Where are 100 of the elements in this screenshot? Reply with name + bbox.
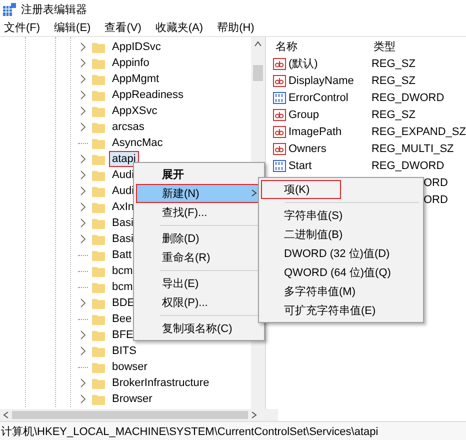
value-type: REG_DWORD bbox=[371, 92, 446, 104]
tree-item[interactable]: Basi bbox=[109, 215, 136, 231]
status-path: 计算机\HKEY_LOCAL_MACHINE\SYSTEM\CurrentControlSet\Services\atapi bbox=[0, 424, 378, 438]
folder-icon bbox=[92, 122, 105, 132]
folder-icon bbox=[92, 346, 105, 356]
folder-icon bbox=[92, 218, 105, 228]
scroll-up-icon[interactable] bbox=[254, 41, 262, 47]
tree-item[interactable]: AppXSvc bbox=[109, 103, 160, 119]
chevron-icon[interactable] bbox=[78, 298, 88, 308]
chevron-icon[interactable] bbox=[78, 170, 88, 180]
chevron-icon[interactable] bbox=[78, 154, 88, 164]
menu-item[interactable]: 收藏夹(A) bbox=[154, 20, 204, 34]
tree-item[interactable]: arcsas bbox=[109, 119, 148, 135]
folder-icon bbox=[92, 186, 105, 196]
value-type: REG_DWORD bbox=[371, 160, 446, 172]
tree-item[interactable]: bcm bbox=[109, 263, 136, 279]
tree-item[interactable]: Basi bbox=[109, 231, 136, 247]
scrollbar-thumb[interactable] bbox=[252, 65, 263, 81]
scroll-left-icon[interactable] bbox=[3, 411, 9, 419]
submenu-item[interactable]: DWORD (32 位)值(D) bbox=[261, 244, 421, 263]
value-type: REG_SZ bbox=[371, 108, 416, 120]
submenu-item[interactable]: 项(K) bbox=[261, 180, 341, 199]
column-header[interactable]: 名称 bbox=[273, 38, 374, 54]
folder-icon bbox=[92, 202, 105, 212]
folder-icon bbox=[92, 314, 105, 324]
chevron-icon[interactable] bbox=[78, 90, 88, 100]
chevron-icon[interactable] bbox=[78, 74, 88, 84]
menu-item[interactable]: 文件(F) bbox=[3, 20, 42, 34]
chevron-icon[interactable] bbox=[78, 330, 88, 340]
value-type: ORD bbox=[422, 194, 449, 206]
menu-item[interactable]: 帮助(H) bbox=[216, 20, 256, 34]
value-name[interactable]: Owners bbox=[288, 142, 326, 154]
value-type: REG_MULTI_SZ bbox=[371, 142, 455, 154]
scroll-right-icon[interactable] bbox=[251, 411, 257, 419]
tree-item[interactable]: bcm bbox=[109, 279, 136, 295]
folder-icon bbox=[92, 282, 105, 292]
tree-item[interactable]: AxIn bbox=[109, 199, 138, 215]
submenu-item[interactable]: QWORD (64 位)值(Q) bbox=[261, 263, 421, 282]
context-menu-item[interactable]: 查找(F)... bbox=[136, 203, 262, 222]
submenu-item[interactable]: 可扩充字符串值(E) bbox=[261, 301, 421, 320]
chevron-icon[interactable] bbox=[78, 346, 88, 356]
context-menu-item[interactable]: 权限(P)... bbox=[136, 293, 262, 312]
chevron-icon[interactable] bbox=[78, 394, 88, 404]
chevron-icon[interactable] bbox=[78, 186, 88, 196]
horizontal-scrollbar[interactable] bbox=[0, 409, 278, 421]
tree-item[interactable]: AppReadiness bbox=[109, 87, 187, 103]
submenu-item[interactable]: 多字符串值(M) bbox=[261, 282, 421, 301]
folder-icon bbox=[92, 394, 105, 404]
tree-item[interactable]: BrokerInfrastructure bbox=[109, 375, 212, 391]
tree-item[interactable]: BDE bbox=[109, 295, 138, 311]
tree-item[interactable]: AppIDSvc bbox=[109, 39, 164, 55]
value-name[interactable]: ImagePath bbox=[288, 126, 342, 138]
context-menu-item[interactable]: 重命名(R) bbox=[136, 248, 262, 267]
folder-icon bbox=[92, 298, 105, 308]
folder-icon bbox=[92, 90, 105, 100]
value-type: REG_SZ bbox=[371, 58, 416, 70]
submenu-item[interactable]: 二进制值(B) bbox=[261, 225, 421, 244]
folder-icon bbox=[92, 138, 105, 148]
tree-item[interactable]: Batt bbox=[109, 247, 135, 263]
tree-item[interactable]: atapi bbox=[109, 151, 139, 167]
value-type: REG_EXPAND_SZ bbox=[371, 126, 466, 138]
value-name[interactable]: (默认) bbox=[288, 56, 318, 71]
value-name[interactable]: DisplayName bbox=[288, 74, 354, 86]
column-header[interactable]: 类型 bbox=[373, 38, 466, 54]
context-menu-item[interactable]: 删除(D) bbox=[136, 229, 262, 248]
chevron-icon[interactable] bbox=[78, 122, 88, 132]
value-name[interactable]: Start bbox=[288, 160, 312, 172]
folder-icon bbox=[92, 234, 105, 244]
folder-icon bbox=[92, 362, 105, 372]
chevron-icon[interactable] bbox=[78, 58, 88, 68]
folder-icon bbox=[92, 378, 105, 388]
menu-item[interactable]: 编辑(E) bbox=[53, 20, 92, 34]
folder-icon bbox=[92, 42, 105, 52]
tree-item[interactable]: AsyncMac bbox=[109, 135, 166, 151]
tree-item[interactable]: bowser bbox=[109, 359, 150, 375]
scrollbar-thumb[interactable] bbox=[12, 411, 248, 419]
tree-item[interactable]: AppMgmt bbox=[109, 71, 162, 87]
value-name[interactable]: ErrorControl bbox=[288, 92, 348, 104]
folder-icon bbox=[92, 154, 105, 164]
chevron-icon[interactable] bbox=[78, 106, 88, 116]
value-name[interactable]: Group bbox=[288, 108, 320, 120]
chevron-icon[interactable] bbox=[78, 378, 88, 388]
context-menu-item[interactable]: 复制项名称(C) bbox=[136, 319, 262, 338]
tree-item[interactable]: Browser bbox=[109, 391, 156, 407]
chevron-icon[interactable] bbox=[78, 218, 88, 228]
submenu-item[interactable]: 字符串值(S) bbox=[261, 206, 421, 225]
chevron-icon[interactable] bbox=[78, 42, 88, 52]
folder-icon bbox=[92, 266, 105, 276]
context-menu-item[interactable]: 展开 bbox=[136, 165, 262, 184]
tree-item[interactable]: BITS bbox=[109, 343, 140, 359]
chevron-icon[interactable] bbox=[78, 234, 88, 244]
folder-icon bbox=[92, 250, 105, 260]
tree-item[interactable]: BFE bbox=[109, 327, 136, 343]
context-menu-item[interactable]: 导出(E) bbox=[136, 274, 262, 293]
registry-editor-icon bbox=[3, 2, 16, 16]
tree-item[interactable]: Appinfo bbox=[109, 55, 152, 71]
tree-item[interactable]: Bee bbox=[109, 311, 135, 327]
menu-item[interactable]: 查看(V) bbox=[104, 20, 142, 34]
chevron-icon[interactable] bbox=[78, 202, 88, 212]
folder-icon bbox=[92, 170, 105, 180]
